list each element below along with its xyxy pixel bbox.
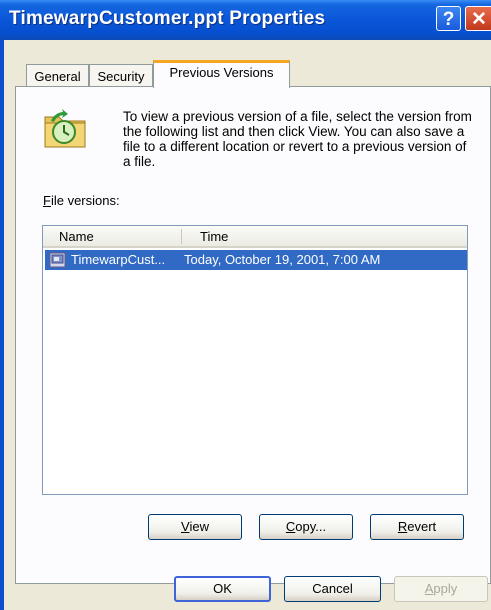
folder-clock-icon — [44, 109, 86, 148]
version-time: Today, October 19, 2001, 7:00 AM — [184, 252, 381, 267]
view-button[interactable]: View — [148, 514, 242, 540]
file-versions-label: File versions: — [43, 193, 120, 208]
column-header-name[interactable]: Name — [59, 229, 94, 244]
help-button[interactable]: ? — [436, 6, 461, 31]
ok-button[interactable]: OK — [174, 576, 271, 602]
column-separator[interactable] — [181, 229, 182, 244]
list-header: Name Time — [43, 226, 467, 248]
info-text: To view a previous version of a file, se… — [123, 109, 472, 169]
file-versions-list[interactable]: Name Time TimewarpCust... Today, October… — [42, 225, 468, 495]
ppt-file-icon — [49, 252, 66, 268]
revert-button[interactable]: Revert — [370, 514, 464, 540]
tab-previous-versions[interactable]: Previous Versions — [153, 60, 290, 88]
cancel-button[interactable]: Cancel — [284, 576, 381, 602]
window-title: TimewarpCustomer.ppt Properties — [9, 8, 326, 29]
tab-security[interactable]: Security — [89, 64, 153, 87]
version-name: TimewarpCust... — [71, 252, 166, 267]
apply-button[interactable]: Apply — [394, 576, 488, 602]
list-item[interactable]: TimewarpCust... Today, October 19, 2001,… — [45, 250, 467, 270]
copy-button[interactable]: Copy... — [259, 514, 353, 540]
title-bar[interactable]: TimewarpCustomer.ppt Properties ? ✕ — [0, 0, 491, 40]
close-button[interactable]: ✕ — [465, 6, 491, 31]
tab-general[interactable]: General — [26, 64, 89, 87]
window-border — [0, 40, 4, 610]
column-header-time[interactable]: Time — [200, 229, 228, 244]
properties-dialog: TimewarpCustomer.ppt Properties ? ✕ Gene… — [0, 0, 491, 610]
